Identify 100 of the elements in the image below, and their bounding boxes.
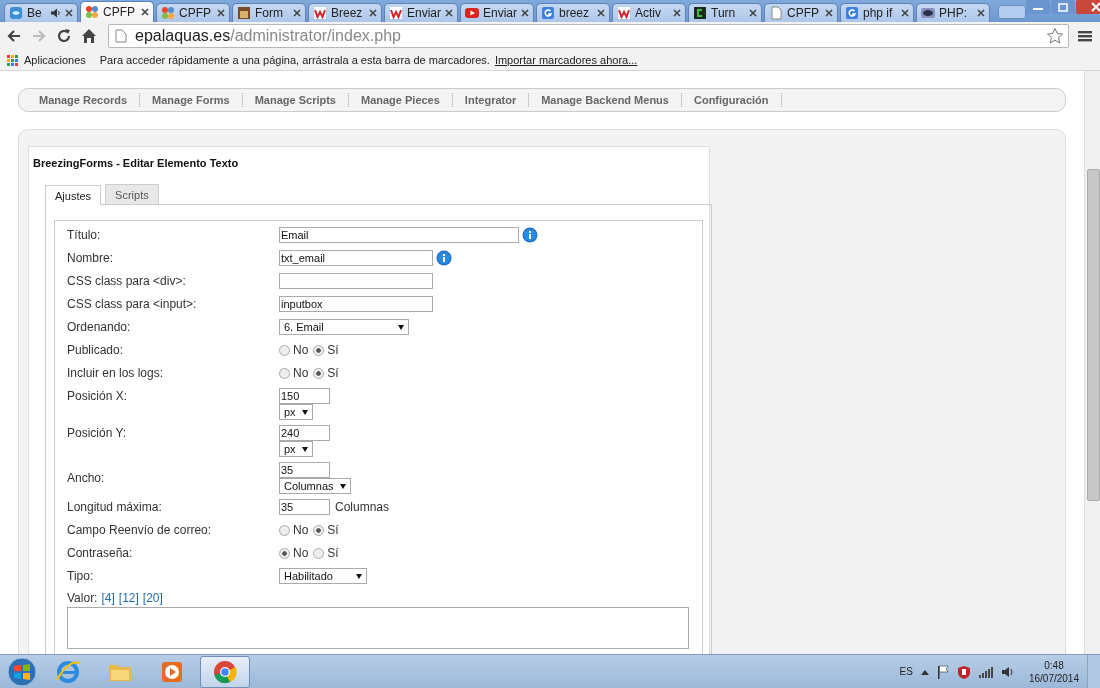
browser-tab[interactable]: CPFP <box>764 3 838 22</box>
dropdown-field[interactable]: 6. Email <box>279 319 409 335</box>
close-icon[interactable] <box>445 9 453 17</box>
browser-tab[interactable]: breez <box>536 3 610 22</box>
logo-icon <box>845 6 859 20</box>
back-icon[interactable] <box>6 28 22 44</box>
menu-item[interactable]: Manage Pieces <box>349 93 453 107</box>
size-link[interactable]: [4] <box>101 591 115 605</box>
browser-tab[interactable]: Form <box>232 3 306 22</box>
browser-tab[interactable]: Enviar <box>460 3 534 22</box>
terminal-icon <box>693 6 707 20</box>
input-field[interactable]: 150 <box>279 388 330 404</box>
browser-tab[interactable]: Enviar <box>384 3 458 22</box>
close-icon[interactable] <box>825 9 833 17</box>
close-icon[interactable] <box>65 9 73 17</box>
browser-tab[interactable]: Activ <box>612 3 686 22</box>
input-field[interactable]: inputbox <box>279 296 433 312</box>
option-label: No <box>293 342 309 358</box>
radio-button[interactable] <box>279 367 290 379</box>
language-indicator[interactable]: ES <box>899 666 913 677</box>
input-field[interactable]: 35 <box>279 462 330 478</box>
radio-button[interactable] <box>313 524 325 536</box>
import-link[interactable]: Importar marcadores ahora... <box>494 54 638 66</box>
close-icon[interactable] <box>901 9 909 17</box>
minimize-icon[interactable] <box>1026 0 1050 14</box>
info-icon[interactable] <box>522 227 538 243</box>
tab[interactable]: Scripts <box>105 184 159 204</box>
option-label: Sí <box>327 365 339 381</box>
close-icon[interactable] <box>749 9 757 17</box>
menu-item[interactable]: Manage Forms <box>140 93 243 107</box>
radio-button[interactable] <box>313 367 325 379</box>
size-link[interactable]: [20] <box>142 591 163 605</box>
logo-icon <box>389 6 403 20</box>
input-field[interactable]: 35 <box>279 499 330 515</box>
page-icon <box>769 6 783 20</box>
star-icon[interactable] <box>1046 27 1064 45</box>
dropdown-field[interactable]: Habilitado <box>279 568 367 584</box>
caret-icon <box>398 324 404 330</box>
signal-icon[interactable] <box>978 665 993 678</box>
option-label: No <box>293 365 309 381</box>
input-field[interactable]: Email <box>279 227 519 243</box>
field-label: Posición Y: <box>67 425 128 441</box>
close-icon[interactable] <box>217 9 225 17</box>
volume-icon[interactable] <box>1000 665 1015 678</box>
scrollbar[interactable] <box>1084 71 1100 654</box>
picture-icon <box>237 6 251 20</box>
start-button[interactable] <box>4 656 40 687</box>
menu-item[interactable]: Manage Records <box>27 93 141 107</box>
close-icon[interactable] <box>141 8 149 16</box>
menu-item[interactable]: Manage Scripts <box>242 93 349 107</box>
browser-tab[interactable]: Be <box>4 3 78 22</box>
menu-item[interactable]: Manage Backend Menus <box>529 93 682 107</box>
option-label: No <box>293 545 309 561</box>
field-label: Incluir en los logs: <box>67 365 165 381</box>
dropdown-field[interactable]: px <box>279 441 313 457</box>
apps-icon <box>7 54 18 66</box>
close-icon[interactable] <box>369 9 377 17</box>
browser-tab[interactable]: CPFP <box>80 1 154 22</box>
field-label: Título: <box>67 227 102 243</box>
tab[interactable]: Ajustes <box>45 185 102 205</box>
clock[interactable]: 0:48 16/07/2014 <box>1028 658 1079 685</box>
close-icon[interactable] <box>293 9 301 17</box>
dropdown-field[interactable]: px <box>279 404 313 420</box>
browser-tab[interactable]: php if <box>840 3 914 22</box>
shield-icon[interactable] <box>956 664 971 679</box>
apps-link[interactable]: Aplicaciones <box>7 54 86 66</box>
close-icon[interactable] <box>673 9 681 17</box>
home-icon[interactable] <box>81 28 97 44</box>
caret-icon[interactable] <box>920 668 929 675</box>
menu-icon[interactable] <box>1078 29 1092 43</box>
input-field[interactable]: 240 <box>279 425 330 441</box>
address-bar[interactable]: epalaquas.es/administrator/index.php <box>108 24 1069 48</box>
radio-button[interactable] <box>313 547 325 559</box>
taskbar-app[interactable] <box>200 655 250 688</box>
logo-icon <box>541 6 555 20</box>
input-field[interactable]: txt_email <box>279 250 433 266</box>
radio-button[interactable] <box>279 344 290 356</box>
close-icon[interactable] <box>521 9 529 17</box>
menu-item[interactable]: Configuración <box>681 93 782 107</box>
option-label: No <box>293 522 309 538</box>
dropdown-field[interactable]: Columnas <box>279 478 351 494</box>
browser-tab[interactable]: Breez <box>308 3 382 22</box>
caret-icon <box>301 446 308 452</box>
browser-tab[interactable]: Turn <box>688 3 762 22</box>
field-label: Contraseña: <box>67 545 134 561</box>
menu-item[interactable]: Integrator <box>452 93 530 107</box>
reload-icon[interactable] <box>56 28 72 44</box>
scrollbar-thumb[interactable] <box>1087 169 1100 501</box>
flag-icon[interactable] <box>936 664 949 679</box>
radio-button[interactable] <box>279 547 290 559</box>
radio-button[interactable] <box>313 344 325 356</box>
input-field[interactable] <box>279 273 433 289</box>
size-link[interactable]: [12] <box>118 591 139 605</box>
radio-button[interactable] <box>279 524 290 536</box>
close-icon[interactable] <box>977 9 985 17</box>
close-icon[interactable] <box>597 9 605 17</box>
field-label: Ancho: <box>67 470 106 486</box>
browser-tab[interactable]: CPFP <box>156 3 230 22</box>
browser-tab[interactable]: PHP: <box>916 3 990 22</box>
info-icon[interactable] <box>436 250 452 266</box>
